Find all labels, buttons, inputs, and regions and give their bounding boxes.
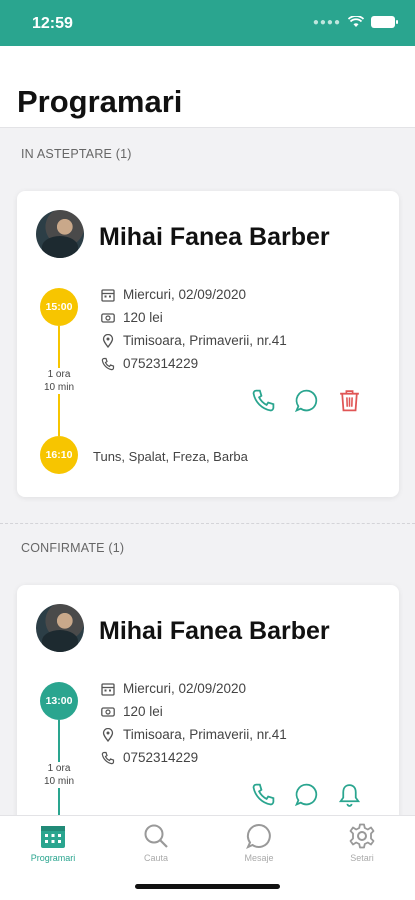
call-button[interactable] xyxy=(249,386,277,414)
money-icon xyxy=(101,706,115,717)
duration-minutes: 10 min xyxy=(43,776,74,787)
appointment-date: Miercuri, 02/09/2020 xyxy=(123,287,247,302)
price-row: 120 lei xyxy=(101,704,163,719)
message-icon xyxy=(294,389,317,412)
calendar-icon xyxy=(101,288,115,302)
message-button[interactable] xyxy=(292,386,320,414)
money-icon xyxy=(101,312,115,323)
calendar-icon xyxy=(101,682,115,696)
appointment-price: 120 lei xyxy=(123,310,163,325)
gear-icon xyxy=(349,823,375,849)
message-button[interactable] xyxy=(292,780,320,808)
signal-icon: ●●●● xyxy=(312,16,341,28)
location-pin-icon xyxy=(102,333,114,348)
phone-row: 0752314229 xyxy=(101,356,198,371)
location-pin-icon xyxy=(102,727,114,742)
appointment-card-confirmed[interactable]: Mihai Fanea Barber 13:00 1 ora 10 min Mi… xyxy=(17,585,399,845)
date-row: Miercuri, 02/09/2020 xyxy=(101,287,246,302)
phone-row: 0752314229 xyxy=(101,750,198,765)
nav-label-programari: Programari xyxy=(30,853,76,863)
provider-name: Mihai Fanea Barber xyxy=(99,617,330,645)
phone-small-icon xyxy=(101,357,115,370)
phone-icon xyxy=(252,783,274,805)
status-bar: 12:59 ●●●● xyxy=(0,0,415,46)
start-time-badge: 13:00 xyxy=(40,682,78,720)
appointment-phone: 0752314229 xyxy=(123,356,199,371)
avatar xyxy=(36,604,84,652)
appointment-card-pending[interactable]: Mihai Fanea Barber 15:00 1 ora 10 min 16… xyxy=(17,191,399,497)
delete-button[interactable] xyxy=(335,386,363,414)
search-icon xyxy=(144,824,168,848)
nav-item-cauta[interactable]: Cauta xyxy=(121,822,191,863)
start-time-badge: 15:00 xyxy=(40,288,78,326)
phone-icon xyxy=(252,389,274,411)
appointment-phone: 0752314229 xyxy=(123,750,199,765)
services-list: Tuns, Spalat, Freza, Barba xyxy=(93,449,248,464)
page-title: Programari xyxy=(17,84,183,119)
phone-small-icon xyxy=(101,751,115,764)
calendar-icon xyxy=(41,826,65,848)
end-time-badge: 16:10 xyxy=(40,436,78,474)
header: Programari xyxy=(0,46,415,128)
nav-label-mesaje: Mesaje xyxy=(244,853,274,863)
date-row: Miercuri, 02/09/2020 xyxy=(101,681,246,696)
reminder-button[interactable] xyxy=(335,780,363,808)
appointment-price: 120 lei xyxy=(123,704,163,719)
duration: 1 ora 10 min xyxy=(34,368,84,394)
call-button[interactable] xyxy=(249,780,277,808)
nav-item-mesaje[interactable]: Mesaje xyxy=(224,822,294,863)
appointment-date: Miercuri, 02/09/2020 xyxy=(123,681,247,696)
nav-label-cauta: Cauta xyxy=(143,853,169,863)
avatar xyxy=(36,210,84,258)
bell-icon xyxy=(338,783,360,807)
section-divider xyxy=(0,523,415,524)
chat-icon xyxy=(246,823,271,849)
section-label-confirmed: CONFIRMATE (1) xyxy=(21,541,125,555)
nav-item-setari[interactable]: Setari xyxy=(327,822,397,863)
address-row: Timisoara, Primaverii, nr.41 xyxy=(101,727,287,742)
battery-icon xyxy=(371,16,398,28)
duration-hours: 1 ora xyxy=(47,369,71,380)
message-icon xyxy=(294,783,317,806)
nav-label-setari: Setari xyxy=(350,853,374,863)
section-label-pending: IN ASTEPTARE (1) xyxy=(21,147,132,161)
duration-minutes: 10 min xyxy=(43,382,74,393)
home-indicator xyxy=(135,884,280,889)
status-icons: ●●●● xyxy=(312,16,398,28)
nav-item-programari[interactable]: Programari xyxy=(18,822,88,863)
price-row: 120 lei xyxy=(101,310,163,325)
provider-name: Mihai Fanea Barber xyxy=(99,223,330,251)
trash-icon xyxy=(339,389,359,411)
duration-hours: 1 ora xyxy=(47,763,71,774)
duration: 1 ora 10 min xyxy=(34,762,84,788)
wifi-icon xyxy=(348,16,364,27)
status-time: 12:59 xyxy=(32,15,73,32)
appointment-address: Timisoara, Primaverii, nr.41 xyxy=(123,727,287,742)
address-row: Timisoara, Primaverii, nr.41 xyxy=(101,333,287,348)
appointment-address: Timisoara, Primaverii, nr.41 xyxy=(123,333,287,348)
